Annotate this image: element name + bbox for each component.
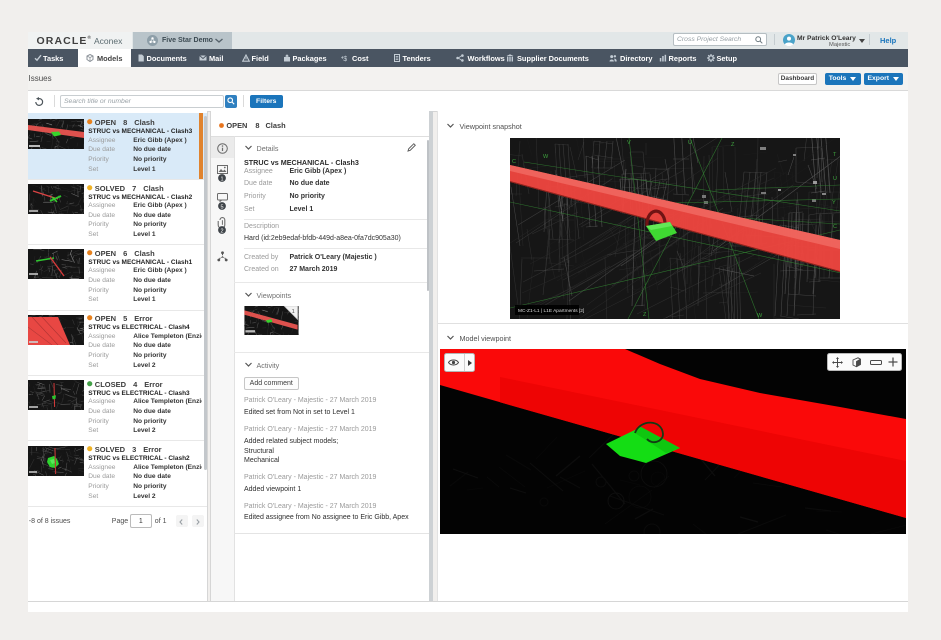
svg-text:V: V [627, 140, 631, 146]
svg-text:1: 1 [220, 176, 223, 182]
svg-text:C: C [512, 159, 516, 165]
svg-text:W: W [543, 154, 549, 160]
svg-text:$: $ [343, 55, 347, 61]
svg-text:5: 5 [220, 204, 223, 210]
svg-text:1: 1 [292, 309, 295, 315]
svg-text:MC-Z1-L1 | L1E Apartments [2]: MC-Z1-L1 | L1E Apartments [2] [518, 308, 584, 314]
svg-text:2: 2 [220, 229, 223, 235]
svg-text:W: W [757, 313, 763, 319]
svg-text:Y: Y [832, 200, 836, 206]
svg-text:U: U [688, 140, 692, 146]
svg-text:U: U [833, 176, 837, 182]
svg-text:C: C [833, 224, 837, 230]
